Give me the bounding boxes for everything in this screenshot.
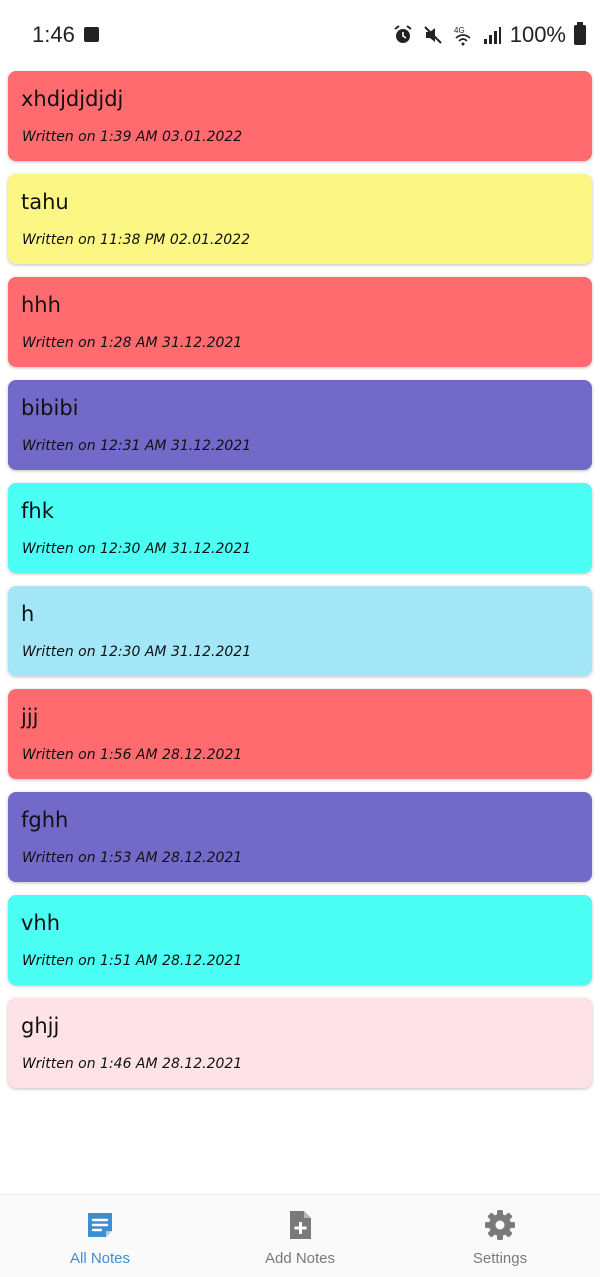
wifi-icon: 4G [452, 24, 474, 46]
note-date: Written on 11:38 PM 02.01.2022 [22, 232, 250, 248]
note-title: vhh [21, 911, 61, 935]
signal-icon [482, 24, 502, 46]
status-icons: 4G 100% [392, 22, 586, 48]
alarm-icon [392, 24, 414, 46]
note-card[interactable]: h Written on 12:30 AM 31.12.2021 [8, 586, 592, 676]
gear-icon [485, 1210, 515, 1240]
note-date: Written on 1:39 AM 03.01.2022 [22, 129, 243, 145]
note-date: Written on 1:46 AM 28.12.2021 [22, 1056, 243, 1072]
status-bar: 1:46 4G 100% [0, 0, 600, 68]
note-date: Written on 1:53 AM 28.12.2021 [22, 850, 243, 866]
battery-icon [574, 22, 586, 45]
note-date: Written on 1:51 AM 28.12.2021 [22, 953, 243, 969]
nav-label: Settings [472, 1250, 528, 1267]
nav-all-notes[interactable]: All Notes [0, 1195, 200, 1277]
note-title: fghh [21, 808, 69, 832]
mute-icon [422, 24, 444, 46]
note-card[interactable]: hhh Written on 1:28 AM 31.12.2021 [8, 277, 592, 367]
bottom-navigation: All Notes Add Notes Settings [0, 1194, 600, 1277]
add-note-icon [290, 1211, 311, 1239]
status-time: 1:46 [32, 22, 75, 47]
note-title: fhk [21, 499, 54, 523]
note-title: hhh [21, 293, 61, 317]
note-card[interactable]: jjj Written on 1:56 AM 28.12.2021 [8, 689, 592, 779]
note-card[interactable]: fhk Written on 12:30 AM 31.12.2021 [8, 483, 592, 573]
note-title: tahu [21, 190, 69, 214]
note-card[interactable]: bibibi Written on 12:31 AM 31.12.2021 [8, 380, 592, 470]
nav-settings[interactable]: Settings [400, 1195, 600, 1277]
note-card[interactable]: vhh Written on 1:51 AM 28.12.2021 [8, 895, 592, 985]
battery-percent: 100% [509, 22, 566, 47]
nav-label: Add Notes [264, 1250, 336, 1267]
note-title: h [21, 602, 35, 626]
checkbox-notification-icon [84, 27, 99, 42]
note-title: xhdjdjdjdj [21, 87, 124, 111]
note-date: Written on 12:30 AM 31.12.2021 [22, 541, 252, 557]
note-title: jjj [21, 705, 39, 729]
note-date: Written on 1:56 AM 28.12.2021 [22, 747, 243, 763]
note-title: bibibi [21, 396, 79, 420]
note-date: Written on 12:30 AM 31.12.2021 [22, 644, 252, 660]
nav-label: All Notes [69, 1250, 131, 1267]
note-date: Written on 12:31 AM 31.12.2021 [22, 438, 252, 454]
network-type-label: 4G [454, 26, 465, 35]
notes-icon [88, 1213, 112, 1237]
note-title: ghjj [21, 1014, 60, 1038]
note-card[interactable]: fghh Written on 1:53 AM 28.12.2021 [8, 792, 592, 882]
note-card[interactable]: ghjj Written on 1:46 AM 28.12.2021 [8, 998, 592, 1088]
note-card[interactable]: xhdjdjdjdj Written on 1:39 AM 03.01.2022 [8, 71, 592, 161]
nav-add-notes[interactable]: Add Notes [200, 1195, 400, 1277]
note-date: Written on 1:28 AM 31.12.2021 [22, 335, 243, 351]
note-card[interactable]: tahu Written on 11:38 PM 02.01.2022 [8, 174, 592, 264]
